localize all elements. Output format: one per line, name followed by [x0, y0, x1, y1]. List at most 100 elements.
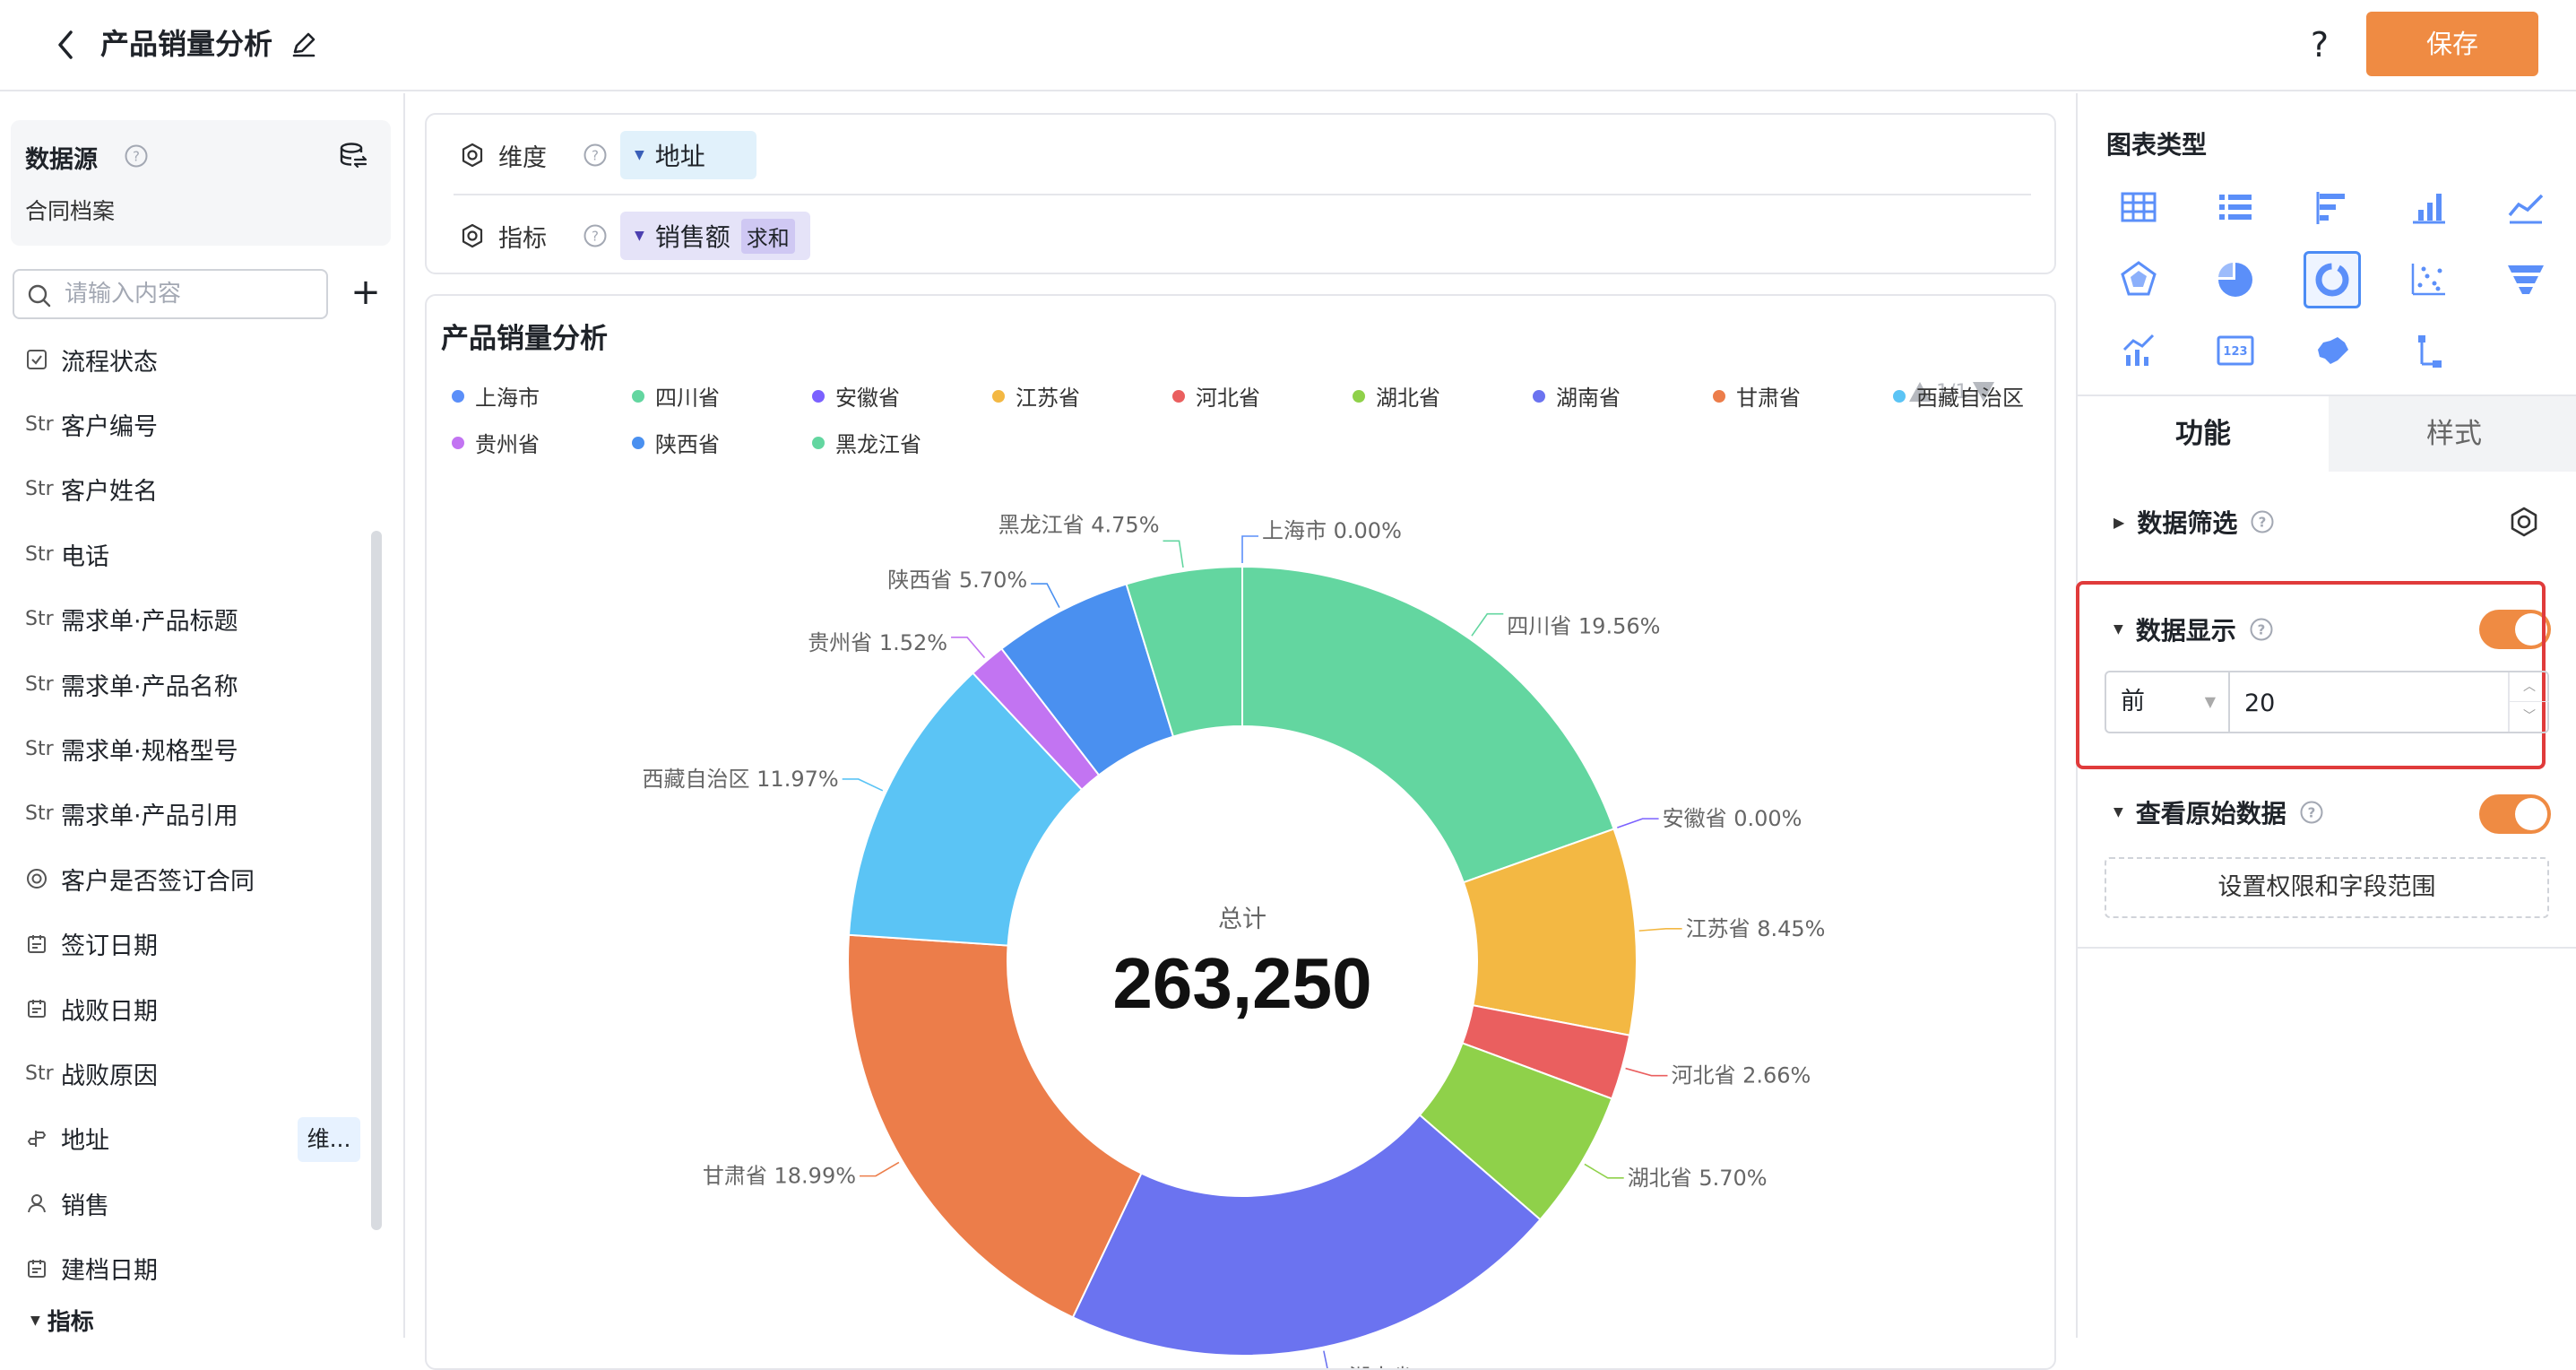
field-label: 建档日期 [61, 1257, 158, 1286]
label-leader-line [1638, 928, 1682, 932]
label-leader-line [1617, 818, 1659, 828]
donut-slice[interactable] [847, 933, 1143, 1319]
metric-tag-sales[interactable]: ▼ 销售额 求和 [620, 212, 810, 260]
svg-text:?: ? [592, 148, 599, 164]
field-item[interactable]: Str 需求单·产品名称 [25, 662, 366, 707]
help-button[interactable]: ? [2300, 22, 2339, 68]
field-item[interactable]: 建档日期 [25, 1246, 366, 1291]
set-permission-button[interactable]: 设置权限和字段范围 [2105, 857, 2549, 918]
scatter-chart-icon[interactable] [2400, 251, 2458, 308]
settings-icon [462, 223, 483, 248]
slice-data-label: 西藏自治区 11.97% [643, 767, 839, 792]
field-label: 需求单·产品引用 [61, 802, 238, 831]
top-bar: 产品销量分析 ? 保存 [0, 0, 2576, 91]
table-icon[interactable] [2110, 179, 2167, 237]
field-sidebar: 数据源 ? 合同档案 + 流程状态 Str 客户编号 Str 客户姓名 Str 电话 Str 需… [0, 93, 405, 1338]
help-circle-icon[interactable]: ? [583, 223, 608, 248]
field-search-input[interactable] [65, 278, 316, 310]
field-search-box [13, 269, 328, 319]
dimension-tag-address[interactable]: ▼ 地址 [620, 131, 756, 179]
caret-down-icon: ▼ [30, 1313, 40, 1328]
string-icon: Str [25, 542, 54, 566]
sidebar-scrollbar[interactable] [371, 531, 382, 1230]
field-label: 战败原因 [61, 1062, 158, 1090]
svg-text:?: ? [133, 149, 140, 165]
save-button[interactable]: 保存 [2366, 12, 2538, 76]
field-item[interactable]: 销售 [25, 1181, 366, 1226]
combo-chart-icon[interactable] [2110, 323, 2167, 380]
stepper-up-icon[interactable]: ︿ [2510, 672, 2549, 702]
field-item[interactable]: Str 需求单·规格型号 [25, 726, 366, 771]
back-arrow-icon[interactable] [47, 25, 86, 65]
datasource-title: 数据源 [25, 146, 98, 174]
help-circle-icon[interactable]: ? [583, 143, 608, 168]
help-circle-icon[interactable]: ? [124, 143, 149, 169]
edit-pencil-icon[interactable] [289, 29, 319, 59]
aggregation-badge[interactable]: 求和 [740, 218, 795, 254]
top-n-count-input[interactable] [2244, 685, 2477, 721]
donut-chart[interactable]: 上海市 0.00% 四川省 19.56% 安徽省 0.00% 江苏省 8.45% 河北省… [427, 296, 2056, 1370]
field-item[interactable]: Str 客户编号 [25, 402, 366, 447]
dimension-value: 地址 [654, 142, 705, 171]
slice-data-label: 湖南省 20.70% [1349, 1365, 1502, 1370]
view-raw-data-toggle[interactable] [2479, 794, 2551, 834]
top-n-select[interactable]: 前 ▼ [2105, 671, 2230, 733]
field-label: 客户姓名 [61, 478, 158, 507]
donut-center-total: 263,250 [1112, 943, 1371, 1023]
svg-text:?: ? [592, 229, 599, 245]
dimension-tag[interactable]: 维... [298, 1117, 360, 1162]
field-item[interactable]: 战败日期 [25, 986, 366, 1031]
data-filter-label: 数据筛选 [2137, 508, 2238, 538]
funnel-chart-icon[interactable] [2497, 251, 2554, 308]
calendar-icon [25, 1257, 61, 1280]
field-item[interactable]: 客户是否签订合同 [25, 856, 366, 901]
view-raw-data-row[interactable]: ▼ 查看原始数据 ? [2114, 794, 2324, 830]
data-filter-row[interactable]: ▶ 数据筛选 ? [2114, 504, 2275, 540]
string-icon: Str [25, 478, 54, 501]
help-circle-icon[interactable]: ? [2250, 509, 2275, 534]
field-item[interactable]: Str 客户姓名 [25, 467, 366, 512]
field-item[interactable]: Str 需求单·产品引用 [25, 792, 366, 837]
label-leader-line [1471, 612, 1504, 637]
chart-type-title: 图表类型 [2106, 130, 2208, 160]
panel-tabs: 功能 样式 [2078, 395, 2576, 472]
list-icon[interactable] [2207, 179, 2264, 237]
caret-down-icon: ▼ [2114, 805, 2123, 819]
metrics-section-header[interactable]: ▼ 指标 [30, 1304, 94, 1337]
slice-data-label: 四川省 19.56% [1507, 614, 1660, 639]
add-field-button[interactable]: + [350, 273, 382, 312]
radar-chart-icon[interactable] [2110, 251, 2167, 308]
map-chart-icon[interactable] [2304, 323, 2361, 380]
field-item[interactable]: 签订日期 [25, 922, 366, 967]
field-item[interactable]: Str 需求单·产品标题 [25, 597, 366, 642]
caret-down-icon: ▼ [2204, 693, 2216, 710]
field-item[interactable]: Str 电话 [25, 532, 366, 577]
filter-settings-icon[interactable] [2506, 504, 2542, 540]
field-item[interactable]: 流程状态 [25, 337, 366, 382]
tree-chart-icon[interactable] [2400, 323, 2458, 380]
view-raw-data-label: 查看原始数据 [2135, 799, 2286, 828]
tab-function[interactable]: 功能 [2078, 396, 2329, 472]
field-label: 客户是否签订合同 [61, 867, 255, 896]
column-chart-icon[interactable] [2400, 179, 2458, 237]
chart-card: 产品销量分析 1/1 上海市 四川省 安徽省 江苏省 河北省 湖北省 湖南省 甘肃省 西藏自治区… [425, 294, 2056, 1370]
dimension-label: 维度 [498, 143, 547, 172]
bar-horizontal-icon[interactable] [2304, 179, 2361, 237]
string-icon: Str [25, 608, 54, 631]
line-chart-icon[interactable] [2497, 179, 2554, 237]
donut-chart-icon[interactable] [2304, 251, 2361, 308]
tab-style[interactable]: 样式 [2329, 396, 2576, 472]
database-switch-icon[interactable] [337, 140, 369, 172]
search-icon [28, 284, 51, 308]
datasource-name: 合同档案 [25, 198, 116, 224]
number-card-icon[interactable]: 123 [2207, 323, 2264, 380]
slice-data-label: 河北省 2.66% [1671, 1063, 1811, 1088]
field-label: 需求单·产品名称 [61, 672, 238, 701]
checkbox-icon [25, 348, 61, 371]
pie-chart-icon[interactable] [2207, 251, 2264, 308]
field-item[interactable]: Str 战败原因 [25, 1051, 366, 1096]
slice-data-label: 湖北省 5.70% [1628, 1166, 1768, 1191]
help-circle-icon[interactable]: ? [2299, 800, 2324, 825]
stepper-down-icon[interactable]: ﹀ [2510, 702, 2549, 732]
slice-data-label: 黑龙江省 4.75% [998, 512, 1160, 537]
